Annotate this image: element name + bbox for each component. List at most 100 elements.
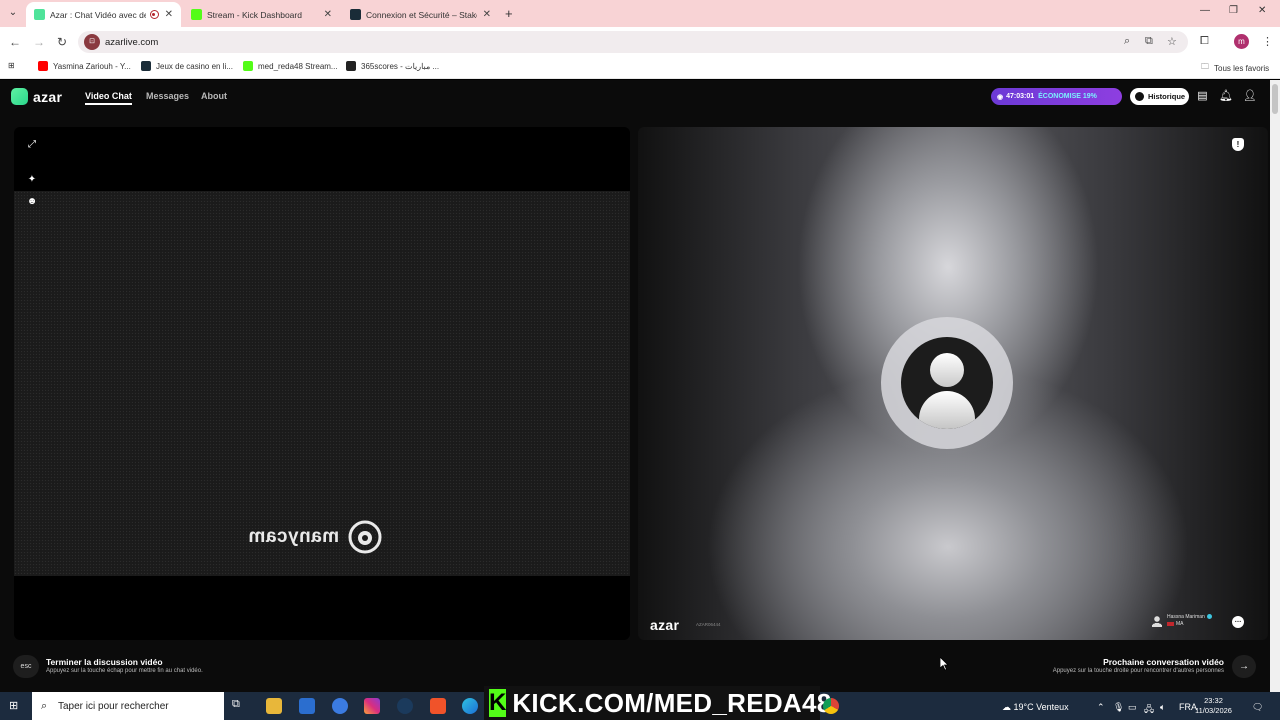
bookmark-label: Yasmina Zariouh - Y...: [53, 61, 131, 71]
bookmark-365scores[interactable]: 365scores - مباريات ...: [346, 61, 439, 71]
bookmark-kick-stream[interactable]: med_reda48 Stream...: [243, 61, 338, 71]
close-tab-icon[interactable]: ✕: [165, 9, 173, 20]
edge-browser-icon[interactable]: [462, 698, 478, 714]
site-info-icon[interactable]: ⊡: [84, 34, 100, 50]
steam-icon[interactable]: [397, 698, 413, 714]
weather-text: 19°C Venteux: [1013, 702, 1069, 712]
close-tab-icon[interactable]: ✕: [324, 9, 332, 20]
peer-video-panel: ! azar AZAR06444 Hassna Mariman MA …: [638, 127, 1268, 640]
effects-wand-icon[interactable]: ✦: [26, 174, 38, 186]
avatar-head: [930, 353, 964, 387]
clock-time: 23:32: [1204, 696, 1223, 705]
microsoft-store-icon[interactable]: [299, 698, 315, 714]
tab-search-chevron-icon[interactable]: ⌄: [6, 6, 20, 20]
store-icon[interactable]: ▤: [1196, 90, 1209, 103]
menu-icon[interactable]: ⋮: [1262, 35, 1273, 48]
timer-icon: ◉: [997, 93, 1004, 101]
taskbar-search-placeholder[interactable]: Taper ici pour rechercher: [58, 701, 169, 712]
microphone-icon[interactable]: 🎙︎: [1113, 702, 1124, 713]
nav-video-chat[interactable]: Video Chat: [85, 91, 132, 105]
azar-logo-text: azar: [33, 88, 63, 105]
network-icon[interactable]: 🖧︎: [1144, 702, 1154, 718]
all-bookmarks[interactable]: 🗀 Tous les favoris: [1201, 61, 1269, 75]
profile-avatar[interactable]: m: [1234, 34, 1249, 49]
wind-icon: ☁︎: [1002, 702, 1011, 712]
new-tab-icon[interactable]: +: [505, 6, 513, 21]
apps-grid-icon[interactable]: ⊞: [8, 61, 15, 70]
verified-badge-icon: [1206, 614, 1212, 620]
notifications-bell-icon[interactable]: 🔔︎: [1219, 90, 1233, 103]
peer-name: Hassna Mariman: [1167, 614, 1205, 620]
close-tab-icon[interactable]: ✕: [483, 9, 491, 20]
watermark-id: AZAR06444: [696, 622, 721, 627]
bookmark-youtube[interactable]: Yasmina Zariouh - Y...: [38, 61, 131, 71]
taskbar-clock[interactable]: 23:32 11/03/2026: [1195, 696, 1232, 716]
instagram-icon[interactable]: [364, 698, 380, 714]
scrollbar-thumb[interactable]: [1272, 84, 1278, 114]
peer-avatar-placeholder-icon: [901, 337, 993, 429]
search-icon: ⌕: [41, 700, 48, 712]
more-options-icon[interactable]: …: [1232, 616, 1244, 628]
windows-start-icon[interactable]: ⊞: [9, 700, 21, 712]
nav-about[interactable]: About: [201, 91, 227, 101]
back-icon[interactable]: ←: [9, 35, 21, 49]
clock-icon: [1135, 92, 1144, 101]
tray-chevron-icon[interactable]: ⌃: [1097, 702, 1105, 713]
bookmark-label: med_reda48 Stream...: [258, 61, 338, 71]
history-button[interactable]: Historique: [1130, 88, 1189, 105]
bookmark-label: 365scores - مباريات ...: [361, 61, 440, 71]
address-bar[interactable]: [78, 31, 1188, 53]
battery-icon[interactable]: ▭: [1128, 702, 1137, 713]
azar-favicon-icon: [34, 9, 45, 20]
minimize-icon[interactable]: —: [1200, 5, 1210, 16]
reload-icon[interactable]: ↻: [57, 35, 67, 49]
tab-title: Stream - Kick Dashboard: [207, 9, 302, 20]
profile-user-icon[interactable]: 👤︎: [1243, 90, 1257, 103]
clock-date: 11/03/2026: [1195, 706, 1232, 715]
peer-user-icon: [1152, 615, 1162, 627]
restore-icon[interactable]: ❐: [1229, 5, 1238, 16]
kick-stream-banner: K KICK.COM/MED_REDA48: [484, 686, 831, 720]
tab-kick-dashboard[interactable]: Stream - Kick Dashboard ✕: [183, 2, 340, 27]
task-view-icon[interactable]: ⧉: [232, 698, 248, 714]
tab-stake[interactable]: Connexion et Sécurité – Stake.com ✕: [342, 2, 499, 27]
chrome-taskbar-icon[interactable]: [823, 698, 839, 714]
manycam-text: manycam: [248, 526, 340, 547]
folder-icon: 🗀: [1201, 62, 1209, 71]
brave-browser-icon[interactable]: [430, 698, 446, 714]
promo-timer-pill[interactable]: ◉ 47:03:01 ÉCONOMISE 19%: [991, 88, 1122, 105]
bookmark-star-icon[interactable]: ☆: [1167, 35, 1177, 48]
close-window-icon[interactable]: ✕: [1258, 5, 1266, 16]
install-app-icon[interactable]: ⧉: [1145, 35, 1153, 48]
mask-filter-icon[interactable]: ☻: [26, 196, 38, 208]
page-scrollbar[interactable]: [1270, 80, 1280, 692]
azar-logo-mark-icon: [11, 88, 28, 105]
stake-icon: [141, 61, 151, 71]
365scores-icon: [346, 61, 356, 71]
fullscreen-icon[interactable]: ⤢: [26, 139, 38, 151]
extensions-icon[interactable]: ⧠: [1200, 35, 1209, 48]
flag-icon: [1167, 621, 1174, 626]
notifications-center-icon[interactable]: 🗨︎: [1252, 702, 1263, 713]
azar-logo[interactable]: azar: [11, 88, 62, 105]
kick-favicon-icon: [191, 9, 202, 20]
manycam-logo-icon: [348, 520, 382, 554]
end-chat-button[interactable]: esc: [13, 655, 39, 678]
report-shield-icon[interactable]: !: [1232, 138, 1244, 151]
manycam-watermark: manycam: [248, 519, 383, 555]
url-text[interactable]: azarlive.com: [105, 37, 158, 48]
weather-widget[interactable]: ☁︎ 19°C Venteux: [1002, 702, 1069, 713]
volume-icon[interactable]: 🔈︎: [1160, 702, 1165, 713]
peer-country: MA: [1176, 621, 1184, 627]
next-chat-button[interactable]: →: [1232, 655, 1256, 678]
end-chat-title: Terminer la discussion vidéo: [46, 657, 163, 667]
bookmark-casino[interactable]: Jeux de casino en li...: [141, 61, 233, 71]
peer-info[interactable]: Hassna Mariman MA: [1152, 614, 1212, 628]
file-explorer-icon[interactable]: [266, 698, 282, 714]
forward-icon[interactable]: →: [33, 35, 45, 49]
mail-app-icon[interactable]: [332, 698, 348, 714]
tab-azar[interactable]: Azar : Chat Vidéo avec des inconnus ✕: [26, 2, 181, 27]
peer-name-block: Hassna Mariman MA: [1167, 614, 1212, 628]
zoom-icon[interactable]: ⌕: [1124, 35, 1130, 48]
nav-messages[interactable]: Messages: [146, 91, 189, 101]
